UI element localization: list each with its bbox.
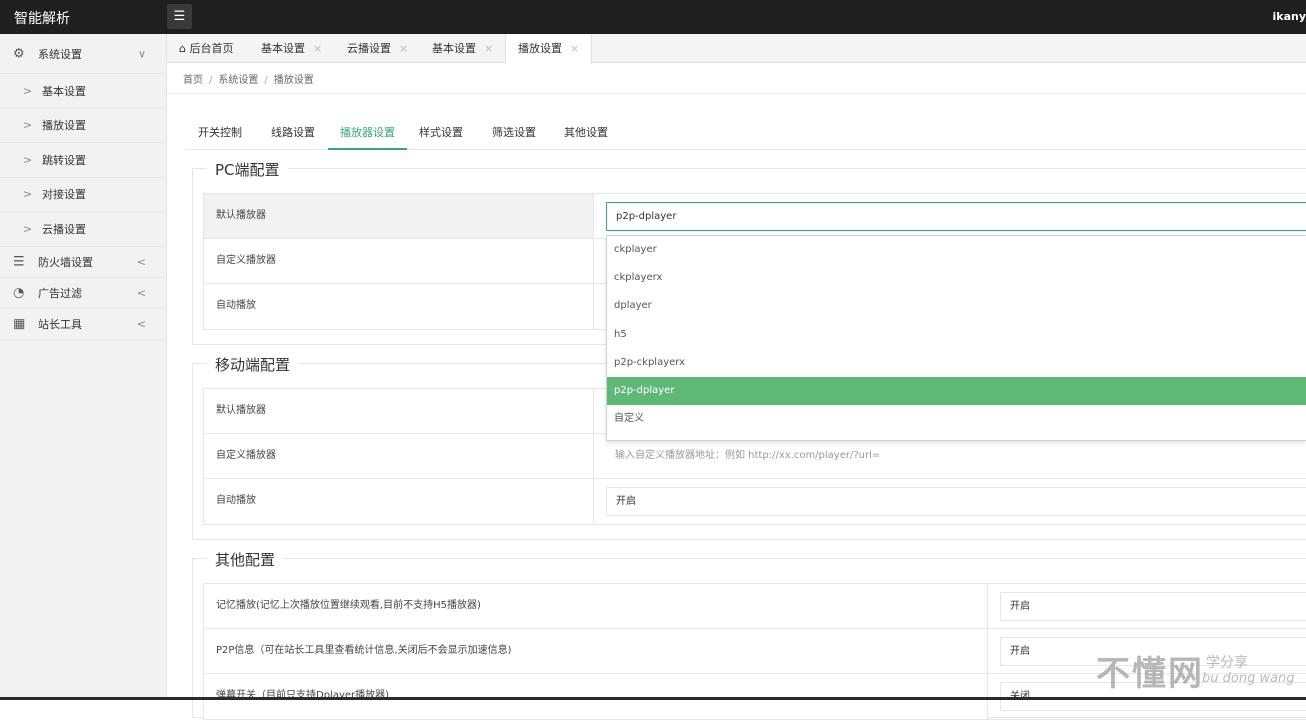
sidebar-group-label: 系统设置 (38, 47, 82, 61)
grid-icon: ▦ (13, 316, 26, 331)
chevron-right-icon: > (23, 222, 33, 236)
tab-label: 播放设置 (518, 42, 562, 55)
brand-title: 智能解析 (14, 11, 70, 27)
dropdown-option[interactable]: ckplayer (607, 236, 1306, 264)
list-icon: ☰ (13, 254, 25, 269)
user-name[interactable]: ikany (1272, 10, 1306, 23)
tab-basic-2[interactable]: 基本设置 × (432, 34, 493, 63)
field-label: 自定义播放器 (204, 434, 594, 478)
sidebar-group-label: 站长工具 (38, 317, 82, 331)
chevron-right-icon: > (23, 187, 33, 201)
divider (167, 93, 1306, 94)
tab-play[interactable]: 播放设置 × (505, 34, 593, 64)
section-title: 其他配置 (207, 549, 284, 570)
top-bar: 智能解析 ☰ ikany (0, 0, 1306, 34)
field-label: 默认播放器 (204, 389, 594, 433)
sidebar-item-label: 基本设置 (42, 84, 86, 98)
field-label: 自定义播放器 (204, 239, 594, 283)
tab-label: 基本设置 (432, 42, 476, 55)
field-label: 自动播放 (204, 284, 594, 329)
dropdown-option[interactable]: dplayer (607, 292, 1306, 320)
mobile-custom-player-input[interactable]: 输入自定义播放器地址：例如 http://xx.com/player/?url= (606, 442, 1306, 471)
tab-other-settings[interactable]: 其他设置 (564, 116, 608, 150)
tab-filter-settings[interactable]: 筛选设置 (492, 116, 536, 150)
menu-toggle-button[interactable]: ☰ (167, 4, 192, 29)
memory-play-select[interactable]: 开启 (1000, 592, 1306, 621)
section-title: PC端配置 (207, 159, 288, 180)
field-label: 默认播放器 (204, 194, 594, 238)
breadcrumb-item: 播放设置 (273, 75, 314, 86)
close-icon[interactable]: × (570, 42, 579, 55)
sidebar-group-ad[interactable]: ◔ 广告过滤 < (0, 278, 166, 309)
tab-label: 后台首页 (189, 42, 234, 55)
tab-style-settings[interactable]: 样式设置 (419, 116, 463, 150)
section-title: 移动端配置 (207, 354, 299, 375)
sidebar-item-label: 云播设置 (42, 222, 86, 236)
tab-bar: ⌂ 后台首页 基本设置 × 云播设置 × 基本设置 × 播放设置 × (167, 34, 1306, 64)
dropdown-option[interactable]: p2p-ckplayerx (607, 349, 1306, 377)
watermark-subtext: 学分享 (1206, 655, 1248, 671)
sidebar-item-label: 播放设置 (42, 119, 86, 133)
home-icon: ⌂ (179, 42, 186, 55)
tab-basic[interactable]: 基本设置 × (261, 34, 322, 63)
watermark-text: 不懂网 (1096, 654, 1204, 694)
sidebar-item-jump[interactable]: > 跳转设置 (0, 143, 166, 178)
sidebar-item-cloud[interactable]: > 云播设置 (0, 212, 166, 247)
gear-icon: ⚙ (13, 46, 25, 61)
breadcrumb-item[interactable]: 首页 (183, 75, 203, 86)
tab-switch-control[interactable]: 开关控制 (198, 116, 242, 150)
breadcrumb-item[interactable]: 系统设置 (218, 75, 258, 86)
watermark: 不懂网 学分享 bu dong wang (1096, 646, 1306, 700)
tab-line-settings[interactable]: 线路设置 (271, 116, 315, 150)
tab-cloud[interactable]: 云播设置 × (347, 34, 408, 63)
sidebar-group-firewall[interactable]: ☰ 防火墙设置 < (0, 247, 166, 278)
sidebar-group-label: 广告过滤 (38, 286, 82, 300)
tab-label: 云播设置 (347, 42, 391, 55)
memory-play-row: 记忆播放(记忆上次播放位置继续观看,目前不支持H5播放器) 开启 (204, 584, 1306, 629)
watermark-pinyin: bu dong wang (1202, 671, 1295, 686)
dashboard-icon: ◔ (13, 285, 25, 300)
dropdown-option[interactable]: h5 (607, 321, 1306, 349)
pc-default-player-row: 默认播放器 p2p-dplayer (204, 194, 1306, 239)
chevron-left-icon: < (136, 286, 146, 299)
dropdown-option-selected[interactable]: p2p-dplayer (607, 376, 1306, 406)
sidebar-item-basic[interactable]: > 基本设置 (0, 74, 166, 109)
tab-player-settings[interactable]: 播放器设置 (328, 116, 407, 150)
close-icon[interactable]: × (399, 42, 408, 55)
player-dropdown: ckplayer ckplayerx dplayer h5 p2p-ckplay… (606, 235, 1306, 441)
dropdown-option[interactable]: 自定义 (607, 405, 1306, 433)
breadcrumb: 首页 / 系统设置 / 播放设置 (183, 75, 314, 86)
chevron-left-icon: < (136, 317, 146, 330)
field-label: 记忆播放(记忆上次播放位置继续观看,目前不支持H5播放器) (204, 584, 988, 628)
mobile-autoplay-row: 自动播放 开启 (204, 479, 1306, 524)
settings-tabs: 开关控制 线路设置 播放器设置 样式设置 筛选设置 其他设置 (186, 116, 1306, 150)
sidebar-group-tools[interactable]: ▦ 站长工具 < (0, 309, 166, 340)
field-label: P2P信息（可在站长工具里查看统计信息,关闭后不会显示加速信息) (204, 629, 988, 673)
sidebar-item-play[interactable]: > 播放设置 (0, 109, 166, 143)
sidebar-group-label: 防火墙设置 (38, 255, 93, 269)
chevron-right-icon: > (23, 118, 33, 132)
chevron-right-icon: > (23, 153, 33, 167)
close-icon[interactable]: × (484, 42, 493, 55)
sidebar-group-system[interactable]: ⚙ 系统设置 ∨ (0, 34, 166, 74)
chevron-right-icon: > (23, 84, 33, 98)
tab-label: 基本设置 (261, 42, 305, 55)
sidebar: ⚙ 系统设置 ∨ > 基本设置 > 播放设置 > 跳转设置 > 对接设置 > 云… (0, 34, 167, 700)
sidebar-item-dock[interactable]: > 对接设置 (0, 178, 166, 212)
sidebar-item-label: 跳转设置 (42, 153, 86, 167)
list-icon: ☰ (173, 9, 186, 24)
close-icon[interactable]: × (313, 42, 322, 55)
sidebar-item-label: 对接设置 (42, 188, 86, 202)
chevron-down-icon: ∨ (137, 47, 146, 60)
mobile-autoplay-select[interactable]: 开启 (606, 487, 1306, 516)
dropdown-option[interactable]: ckplayerx (607, 264, 1306, 292)
field-label: 自动播放 (204, 479, 594, 524)
chevron-left-icon: < (136, 255, 146, 268)
pc-default-player-select[interactable]: p2p-dplayer (606, 202, 1306, 231)
tab-home[interactable]: ⌂ 后台首页 (179, 34, 233, 63)
